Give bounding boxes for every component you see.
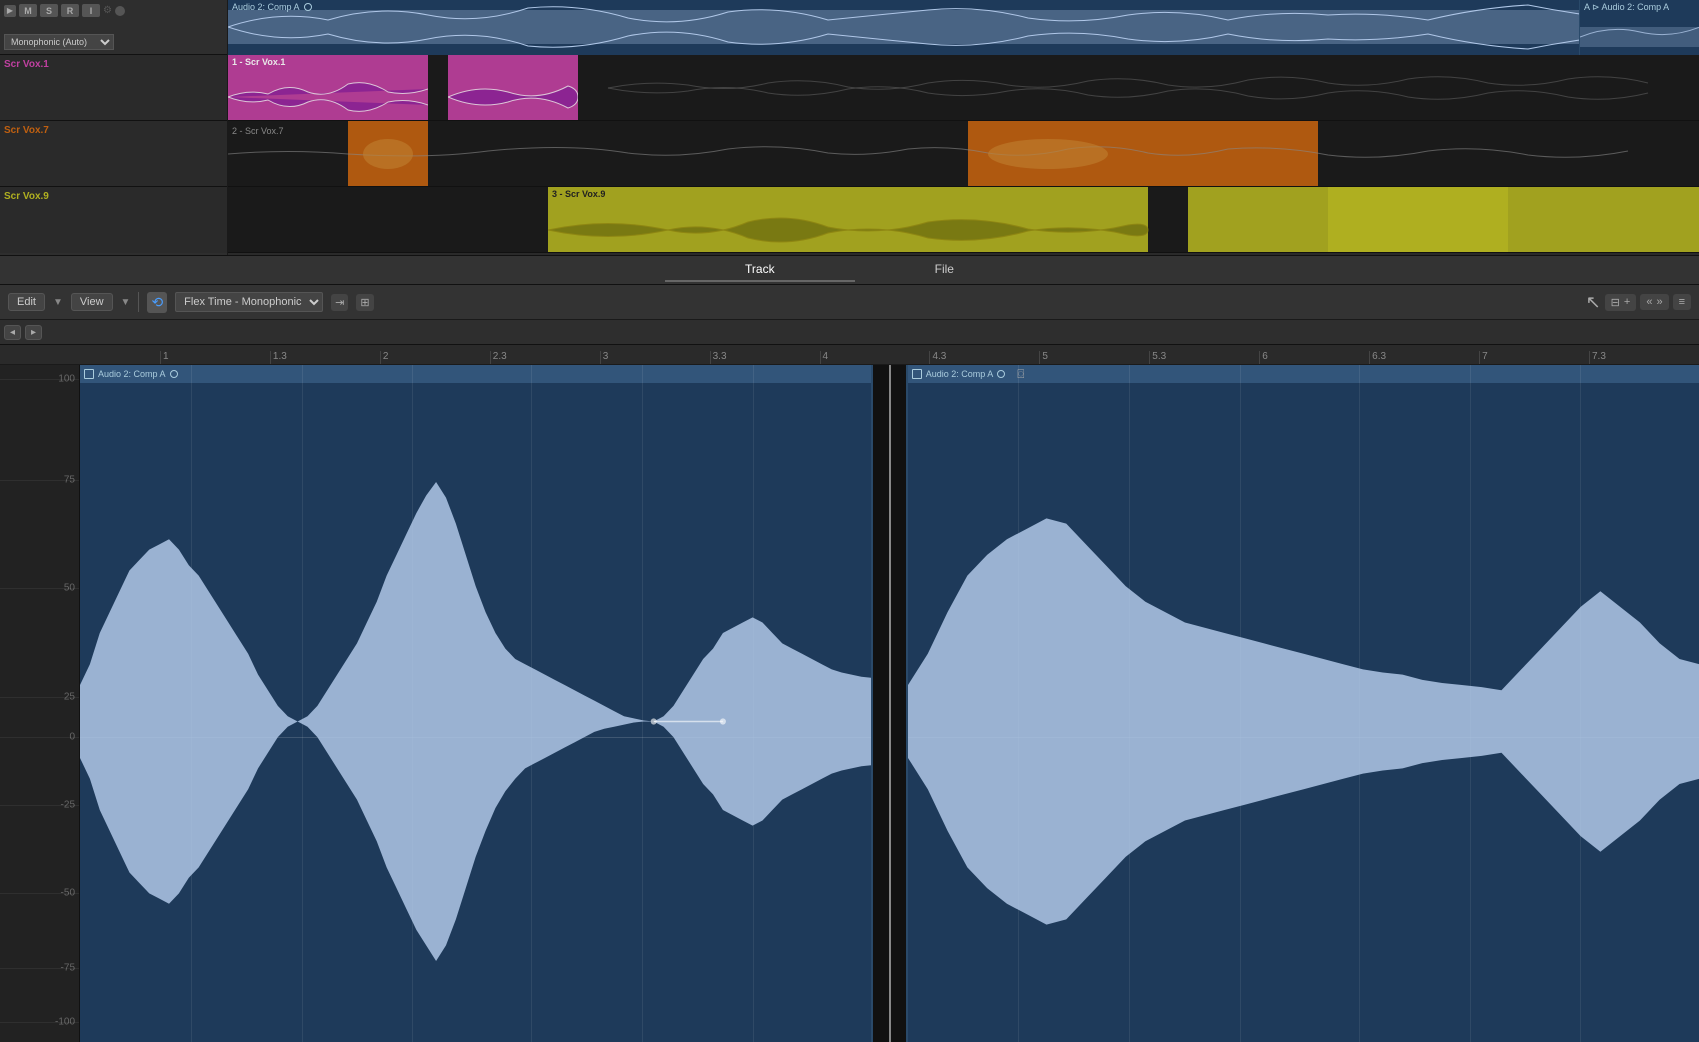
transport-loop-btn[interactable]: ⟲: [147, 292, 167, 313]
left-clip-icon: [84, 369, 94, 379]
sub-track-header-1: Scr Vox.1: [0, 55, 227, 121]
ruler-mark-23: 2.3: [490, 351, 600, 364]
sub-track-3-label: Scr Vox.9: [4, 191, 223, 202]
view-button[interactable]: View: [71, 293, 113, 311]
menu-tabs: Track File: [665, 258, 1034, 282]
clip-gap: [873, 365, 905, 1042]
ruler-mark-43: 4.3: [929, 351, 1039, 364]
mute-button[interactable]: M: [19, 4, 37, 17]
right-clip[interactable]: Audio 2: Comp A ⌼: [906, 365, 1699, 1042]
track-mode-select[interactable]: Monophonic (Auto): [4, 34, 114, 50]
menu-bar: Track File: [0, 255, 1699, 285]
zoom-controls[interactable]: ⊟ +: [1605, 294, 1637, 311]
cut-line: [889, 365, 891, 1042]
main-waveform-svg: [228, 0, 1699, 55]
left-waveform-svg: [80, 383, 871, 1042]
ruler-marks: 1 1.3 2 2.3 3 3.3 4 4.3 5 5.3 6 6.3 7 7.…: [160, 345, 1699, 364]
back-button[interactable]: ◂: [4, 325, 21, 340]
editor-toolbar: Edit ▼ View ▼ ⟲ Flex Time - Monophonic ⇥…: [0, 285, 1699, 320]
sub-tracks-container: 1 - Scr Vox.1: [228, 55, 1699, 255]
track-activity-led: [115, 6, 125, 16]
snap-icon: ⇥: [335, 296, 344, 309]
editor-area: Edit ▼ View ▼ ⟲ Flex Time - Monophonic ⇥…: [0, 285, 1699, 1042]
flex-time-select[interactable]: Flex Time - Monophonic: [175, 292, 323, 312]
ruler-mark-63: 6.3: [1369, 351, 1479, 364]
ruler-mark-5: 5: [1039, 351, 1149, 364]
sub-track-header-3: Scr Vox.9: [0, 187, 227, 253]
right-clip-label: Audio 2: Comp A: [926, 369, 994, 379]
track3-waveform: [228, 207, 1699, 255]
ruler-mark-2: 2: [380, 351, 490, 364]
edit-button[interactable]: Edit: [8, 293, 45, 311]
input-button[interactable]: I: [82, 4, 100, 17]
zoom-fit-icon: ⊟: [1611, 296, 1620, 309]
left-clip-label: Audio 2: Comp A: [98, 369, 166, 379]
forward-button[interactable]: ▸: [25, 325, 42, 340]
sub-track-1[interactable]: 1 - Scr Vox.1: [228, 55, 1699, 121]
right-toolbar-controls: ↖ ⊟ + « » ≡: [1586, 292, 1691, 313]
ruler-mark-53: 5.3: [1149, 351, 1259, 364]
scroll-controls[interactable]: « »: [1640, 294, 1668, 310]
main-track-label-bar: Audio 2: Comp A: [232, 2, 312, 12]
ruler-mark-13: 1.3: [270, 351, 380, 364]
scroll-fwd-icon: »: [1656, 296, 1662, 308]
toolbar-divider-1: [138, 292, 139, 312]
right-clip-icon: [912, 369, 922, 379]
sub-track-2-label: Scr Vox.7: [4, 125, 223, 136]
ruler-mark-3: 3: [600, 351, 710, 364]
tab-file[interactable]: File: [855, 258, 1034, 282]
ruler-mark-1: 1: [160, 351, 270, 364]
record-button[interactable]: R: [61, 4, 79, 17]
arrangement-timeline: Audio 2: Comp A 1 - Scr Vox.1: [228, 0, 1699, 255]
other-icon: ≡: [1679, 296, 1685, 308]
ruler-mark-73: 7.3: [1589, 351, 1699, 364]
scroll-back-icon: «: [1646, 296, 1652, 308]
track-headers: ▶ M S R I ⚙ Monophonic (Auto) Scr Vox.1 …: [0, 0, 228, 255]
solo-button[interactable]: S: [40, 4, 58, 17]
track1-bg-waveform: [228, 55, 1699, 121]
main-track-name: Audio 2: Comp A: [232, 2, 300, 12]
snap-button[interactable]: ⇥: [331, 294, 348, 311]
right-waveform: [1580, 17, 1699, 57]
main-track-header: ▶ M S R I ⚙ Monophonic (Auto): [0, 0, 227, 55]
editor-ruler: 1 1.3 2 2.3 3 3.3 4 4.3 5 5.3 6 6.3 7 7.…: [0, 345, 1699, 365]
ruler-mark-7: 7: [1479, 351, 1589, 364]
editor-content: 100 75 50 25 0 -25 -50 -75 -100: [0, 365, 1699, 1042]
sub-track-2[interactable]: 2 - Scr Vox.7: [228, 121, 1699, 187]
arrangement-view: ▶ M S R I ⚙ Monophonic (Auto) Scr Vox.1 …: [0, 0, 1699, 255]
left-clip-circle: [170, 370, 178, 378]
right-track-label: A ⊳ Audio 2: Comp A: [1580, 0, 1699, 15]
ruler-mark-4: 4: [820, 351, 930, 364]
zoom-in-icon: +: [1624, 296, 1630, 309]
filter-icon: ⊞: [360, 296, 369, 309]
right-main-track: A ⊳ Audio 2: Comp A: [1579, 0, 1699, 55]
track-mode-indicator: ⚙: [103, 5, 112, 16]
ruler-mark-33: 3.3: [710, 351, 820, 364]
ruler-mark-6: 6: [1259, 351, 1369, 364]
sub-track-3[interactable]: 3 - Scr Vox.9: [228, 187, 1699, 253]
other-control[interactable]: ≡: [1673, 294, 1691, 310]
right-clip-circle: [997, 370, 1005, 378]
track2-waveform: [228, 121, 1699, 187]
sub-track-header-2: Scr Vox.7: [0, 121, 227, 187]
track-icon: ▶: [4, 5, 16, 17]
view-dropdown-icon: ▼: [121, 297, 131, 308]
left-clip[interactable]: Audio 2: Comp A: [80, 365, 873, 1042]
sub-track-1-label: Scr Vox.1: [4, 59, 223, 70]
db-scale: 100 75 50 25 0 -25 -50 -75 -100: [0, 365, 80, 1042]
main-track-circle: [304, 3, 312, 11]
edit-dropdown-icon: ▼: [53, 297, 63, 308]
tab-track[interactable]: Track: [665, 258, 855, 282]
right-waveform-svg: [908, 383, 1699, 1042]
nav-row: ◂ ▸: [0, 320, 1699, 345]
main-track-waveform[interactable]: Audio 2: Comp A: [228, 0, 1699, 55]
loop-icon: ⟲: [151, 294, 163, 311]
right-track-name: A ⊳ Audio 2: Comp A: [1584, 2, 1669, 13]
track3-clip1-label: 3 - Scr Vox.9: [548, 187, 1148, 201]
cursor-tool[interactable]: ↖: [1586, 292, 1601, 313]
waveform-editor[interactable]: Audio 2: Comp A: [80, 365, 1699, 1042]
filter-button[interactable]: ⊞: [356, 294, 373, 311]
